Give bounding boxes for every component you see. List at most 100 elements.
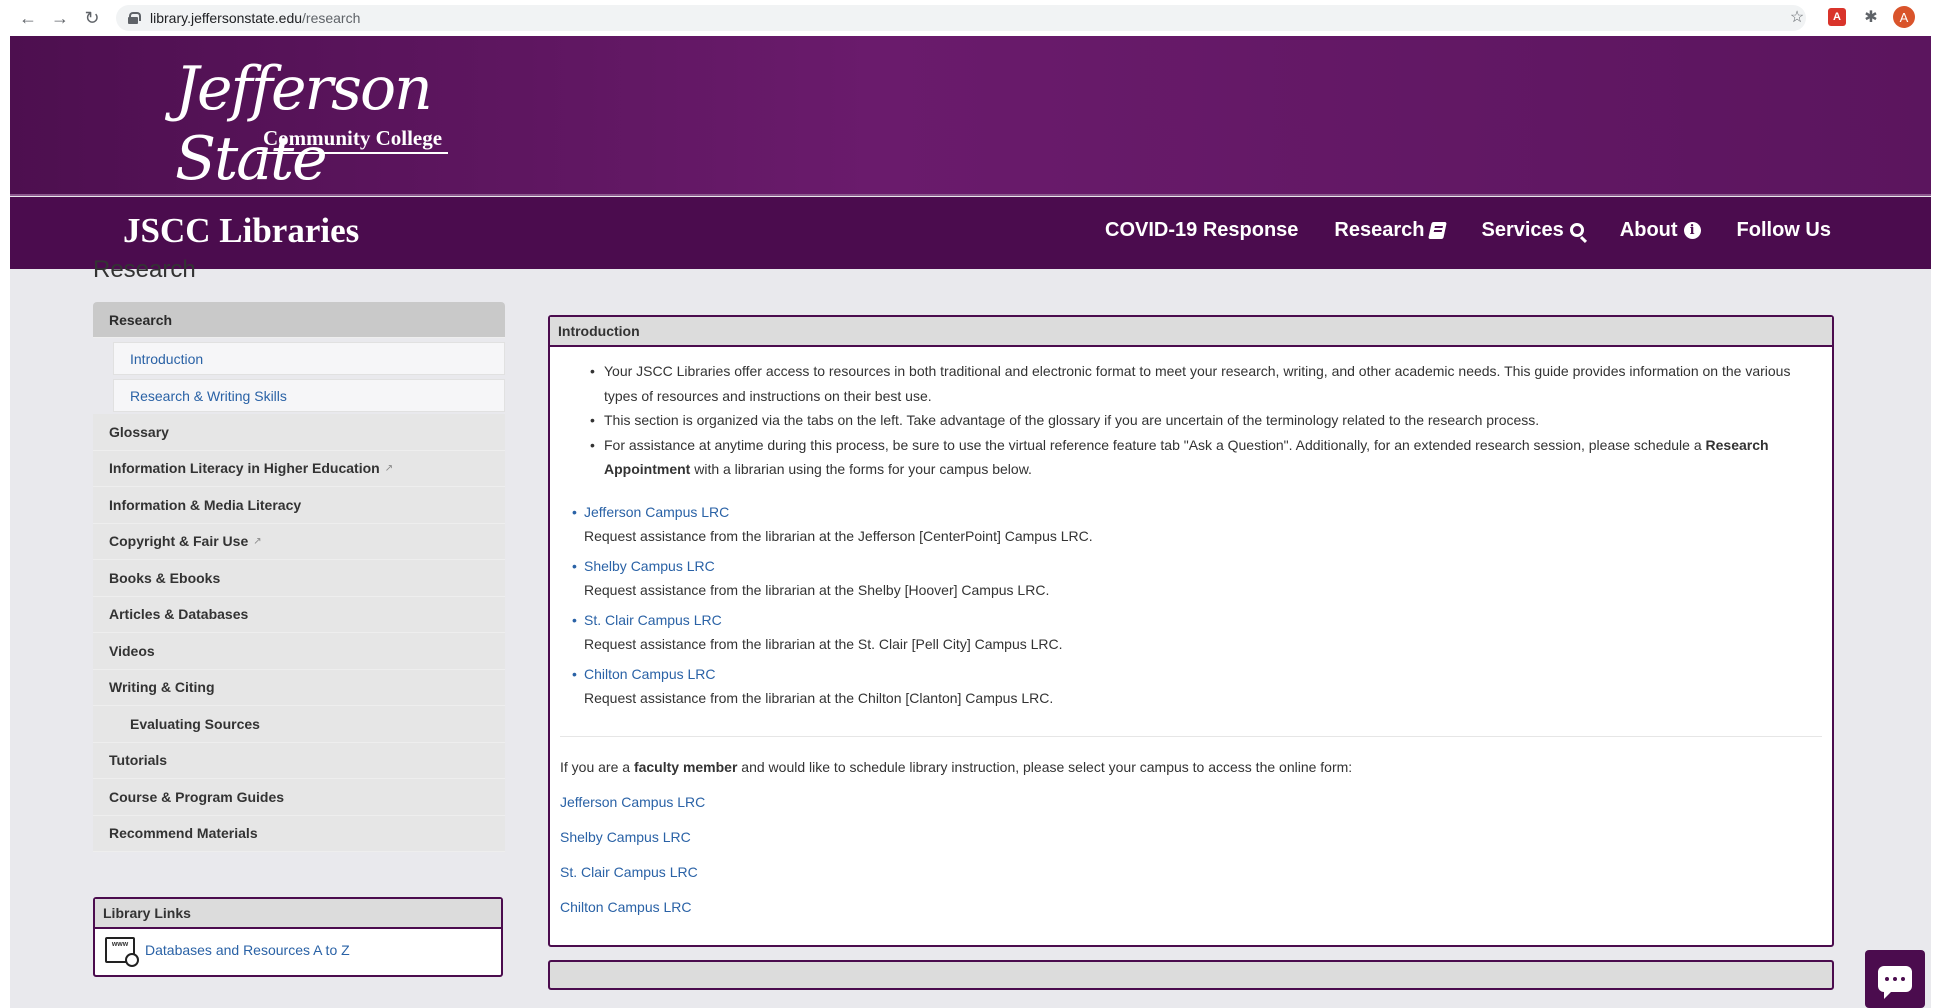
college-logo[interactable]: Jefferson State Community College bbox=[175, 54, 495, 194]
nav-follow-us[interactable]: Follow Us bbox=[1737, 219, 1831, 242]
sidebar-item-label: Introduction bbox=[130, 350, 204, 367]
campus-link-jefferson[interactable]: Jefferson Campus LRC bbox=[584, 504, 729, 520]
sidebar-item-label: Research & Writing Skills bbox=[130, 387, 287, 404]
sidebar-item-label: Glossary bbox=[109, 423, 169, 440]
reload-icon[interactable]: ↻ bbox=[76, 0, 108, 36]
pdf-extension-icon[interactable]: A bbox=[1828, 8, 1846, 26]
sidebar-item-articles[interactable]: Articles & Databases bbox=[93, 596, 505, 633]
sidebar-item-writing-citing[interactable]: Writing & Citing bbox=[93, 669, 505, 706]
sidebar-item-videos[interactable]: Videos bbox=[93, 633, 505, 670]
sidebar-item-label: Videos bbox=[109, 642, 155, 659]
intro-bullets: Your JSCC Libraries offer access to reso… bbox=[590, 359, 1820, 482]
campus-desc: Request assistance from the librarian at… bbox=[584, 690, 1054, 706]
campus-link-st-clair[interactable]: St. Clair Campus LRC bbox=[584, 612, 722, 628]
nav-research-label: Research bbox=[1334, 219, 1425, 241]
site-header: Jefferson State Community College bbox=[10, 36, 1931, 196]
sidebar-item-label: Books & Ebooks bbox=[109, 569, 221, 586]
sidebar-item-label: Tutorials bbox=[109, 752, 168, 769]
sidebar-item-recommend[interactable]: Recommend Materials bbox=[93, 815, 505, 852]
introduction-box: Introduction Your JSCC Libraries offer a… bbox=[548, 315, 1834, 947]
sidebar-item-label: Copyright & Fair Use bbox=[109, 533, 249, 550]
www-icon: www bbox=[105, 937, 139, 967]
campus-link-shelby[interactable]: Shelby Campus LRC bbox=[584, 558, 715, 574]
divider bbox=[560, 735, 1822, 737]
nav-about-label: About bbox=[1619, 219, 1678, 241]
faculty-links: Jefferson Campus LRC Shelby Campus LRC S… bbox=[560, 785, 1832, 925]
extensions-puzzle-icon[interactable]: ✱ bbox=[1860, 6, 1882, 28]
browser-toolbar: ← → ↻ library.jeffersonstate.edu/researc… bbox=[0, 0, 1939, 36]
chat-widget-button[interactable] bbox=[1865, 950, 1925, 1008]
faculty-link-st-clair[interactable]: St. Clair Campus LRC bbox=[560, 864, 698, 880]
nav-covid-label: COVID-19 Response bbox=[1105, 219, 1299, 241]
intro-bullet: Your JSCC Libraries offer access to reso… bbox=[590, 359, 1820, 408]
sidebar-item-copyright[interactable]: Copyright & Fair Use ↗ bbox=[93, 523, 505, 560]
logo-script-text: Jefferson State bbox=[175, 54, 433, 194]
library-links-box: Library Links www Databases and Resource… bbox=[93, 897, 503, 977]
sidebar-item-label: Course & Program Guides bbox=[109, 788, 285, 805]
external-link-icon: ↗ bbox=[384, 462, 394, 474]
sidebar-item-evaluating-sources[interactable]: Evaluating Sources bbox=[93, 706, 505, 743]
campus-list: Jefferson Campus LRC Request assistance f… bbox=[572, 500, 1820, 711]
bullet3-text: For assistance at anytime during this pr… bbox=[604, 436, 1706, 453]
introduction-title: Introduction bbox=[550, 317, 1832, 347]
nav-services-label: Services bbox=[1481, 219, 1564, 241]
faculty-text-start: If you are a bbox=[560, 758, 634, 775]
chat-bubble-icon bbox=[1878, 966, 1912, 999]
faculty-link-jefferson[interactable]: Jefferson Campus LRC bbox=[560, 794, 705, 810]
intro-bullet: This section is organized via the tabs o… bbox=[590, 408, 1820, 433]
brand-title[interactable]: JSCC Libraries bbox=[123, 211, 359, 251]
sidebar-item-label: Articles & Databases bbox=[109, 606, 249, 623]
sidebar-item-course-guides[interactable]: Course & Program Guides bbox=[93, 779, 505, 816]
nav-covid[interactable]: COVID-19 Response bbox=[1105, 219, 1298, 242]
nav-follow-label: Follow Us bbox=[1736, 219, 1831, 241]
bookmark-star-icon[interactable]: ☆ bbox=[1786, 6, 1808, 28]
campus-link-chilton[interactable]: Chilton Campus LRC bbox=[584, 666, 716, 682]
main-navbar: JSCC Libraries COVID-19 Response Researc… bbox=[10, 197, 1931, 269]
external-link-icon: ↗ bbox=[253, 535, 262, 547]
sidebar-item-glossary[interactable]: Glossary bbox=[93, 414, 505, 451]
sidebar-item-media-literacy[interactable]: Information & Media Literacy bbox=[93, 487, 505, 524]
url-host: library.jeffersonstate.edu bbox=[150, 10, 303, 26]
sidebar-item-tutorials[interactable]: Tutorials bbox=[93, 742, 505, 779]
back-icon[interactable]: ← bbox=[12, 0, 44, 36]
forward-icon[interactable]: → bbox=[44, 0, 76, 36]
sidebar-item-label: Writing & Citing bbox=[109, 679, 215, 696]
library-links-row: www Databases and Resources A to Z bbox=[95, 929, 501, 967]
campus-desc: Request assistance from the librarian at… bbox=[584, 582, 1050, 598]
faculty-link-shelby[interactable]: Shelby Campus LRC bbox=[560, 829, 691, 845]
library-links-title: Library Links bbox=[95, 899, 501, 929]
guide-side-nav: Research Introduction Research & Writing… bbox=[93, 302, 505, 852]
faculty-link-chilton[interactable]: Chilton Campus LRC bbox=[560, 899, 692, 915]
nav-services[interactable]: Services bbox=[1481, 219, 1584, 242]
bullet3-text-end: with a librarian using the forms for you… bbox=[690, 461, 1032, 477]
sidebar-item-introduction[interactable]: Introduction bbox=[113, 342, 505, 375]
sidebar-item-label: Evaluating Sources bbox=[130, 715, 260, 732]
nav-research[interactable]: Research bbox=[1334, 219, 1448, 242]
profile-avatar[interactable]: A bbox=[1893, 6, 1915, 28]
sidebar-item-label: Recommend Materials bbox=[109, 825, 258, 842]
intro-bullet: For assistance at anytime during this pr… bbox=[590, 433, 1820, 482]
list-item: Jefferson Campus LRC Request assistance f… bbox=[572, 500, 1820, 549]
nav-about[interactable]: About i bbox=[1620, 219, 1701, 242]
sidebar-item-label: Information & Media Literacy bbox=[109, 496, 302, 513]
logo-subtitle: Community College bbox=[257, 126, 449, 154]
sidebar-item-research-writing-skills[interactable]: Research & Writing Skills bbox=[113, 379, 505, 412]
page-title: Research bbox=[93, 256, 196, 283]
book-icon bbox=[1428, 222, 1448, 239]
faculty-member-bold: faculty member bbox=[633, 758, 738, 775]
sidebar-item-info-literacy[interactable]: Information Literacy in Higher Education… bbox=[93, 450, 505, 487]
info-icon: i bbox=[1683, 222, 1701, 239]
sidebar-item-label: Information Literacy in Higher Education bbox=[109, 460, 380, 477]
list-item: Shelby Campus LRC Request assistance from… bbox=[572, 554, 1820, 603]
sidebar-item-label: Research bbox=[109, 311, 173, 328]
campus-desc: Request assistance from the librarian at… bbox=[584, 528, 1093, 544]
sidebar-item-research[interactable]: Research bbox=[93, 302, 505, 338]
databases-a-to-z-link[interactable]: Databases and Resources A to Z bbox=[145, 942, 350, 958]
address-bar[interactable]: library.jeffersonstate.edu/research bbox=[116, 5, 1806, 31]
list-item: St. Clair Campus LRC Request assistance f… bbox=[572, 608, 1820, 657]
next-section-box bbox=[548, 960, 1834, 990]
sidebar-item-books[interactable]: Books & Ebooks bbox=[93, 560, 505, 597]
url-path: /research bbox=[302, 10, 361, 26]
search-icon bbox=[1569, 222, 1584, 237]
campus-desc: Request assistance from the librarian at… bbox=[584, 636, 1063, 652]
